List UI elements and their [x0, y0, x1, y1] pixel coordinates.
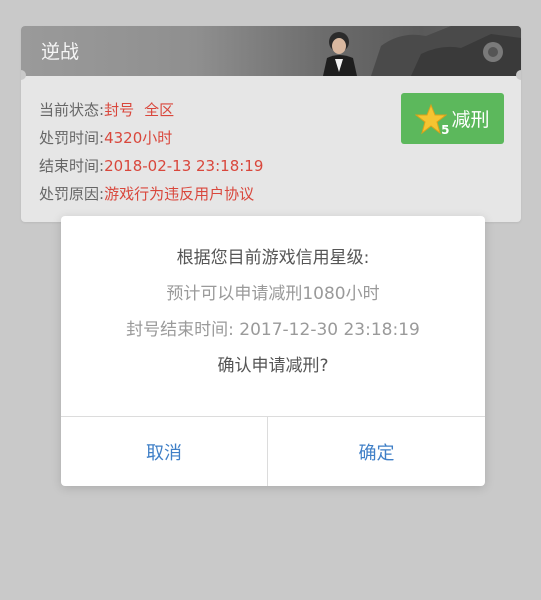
end-time-value: 2018-02-13 23:18:19	[104, 157, 264, 175]
star-icon: 5	[415, 103, 450, 137]
status-value-scope: 全区	[144, 101, 175, 119]
confirm-button[interactable]: 确定	[268, 417, 485, 486]
star-count: 5	[441, 122, 450, 137]
dialog-line-confirm: 确认申请减刑?	[217, 356, 329, 376]
reduce-sentence-button[interactable]: 5 减刑	[401, 93, 504, 144]
penalty-time-row: 处罚时间: 4320小时	[39, 124, 263, 152]
penalty-info: 当前状态: 封号 全区 处罚时间: 4320小时 结束时间: 2018-02-1…	[39, 96, 263, 208]
game-title: 逆战	[41, 41, 80, 63]
reason-value: 游戏行为违反用户协议	[104, 185, 255, 203]
cancel-button[interactable]: 取消	[61, 417, 267, 486]
penalty-time-value: 4320小时	[104, 129, 173, 147]
banner-artwork	[323, 26, 521, 76]
game-banner: 逆战	[21, 26, 521, 76]
reduce-button-label: 减刑	[451, 109, 490, 131]
dialog-message: 根据您目前游戏信用星级: 预计可以申请减刑1080小时 封号结束时间: 2017…	[61, 240, 485, 384]
end-time-label: 结束时间:	[39, 157, 105, 175]
ticket-notch-right	[516, 70, 521, 80]
dialog-line-credit: 根据您目前游戏信用星级:	[176, 248, 370, 268]
dialog-line-end-time: 封号结束时间: 2017-12-30 23:18:19	[126, 320, 420, 340]
ticket-notch-left	[21, 70, 26, 80]
penalty-card: 逆战 当前状态: 封号 全区 处罚时间: 4320小时 结束时间: 2018-0	[21, 26, 521, 222]
reason-row: 处罚原因: 游戏行为违反用户协议	[39, 180, 263, 208]
reason-label: 处罚原因:	[39, 185, 105, 203]
end-time-row: 结束时间: 2018-02-13 23:18:19	[39, 152, 263, 180]
status-value-ban: 封号	[104, 101, 135, 119]
dialog-line-estimate: 预计可以申请减刑1080小时	[166, 284, 380, 304]
confirm-dialog: 根据您目前游戏信用星级: 预计可以申请减刑1080小时 封号结束时间: 2017…	[61, 216, 485, 486]
status-row: 当前状态: 封号 全区	[39, 96, 263, 124]
status-label: 当前状态:	[39, 101, 105, 119]
penalty-time-label: 处罚时间:	[39, 129, 105, 147]
